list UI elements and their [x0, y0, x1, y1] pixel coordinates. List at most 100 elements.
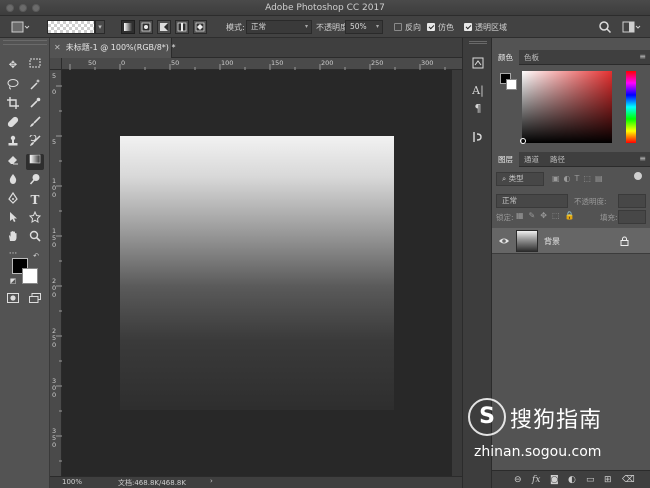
diamond-gradient-button[interactable] [193, 20, 207, 34]
adjustment-layer-icon[interactable]: ◐ [568, 475, 576, 485]
zoom-tool-icon[interactable] [26, 230, 44, 246]
ruler-tick-label: 100 [221, 59, 234, 67]
angle-gradient-button[interactable] [157, 20, 171, 34]
watermark-url: zhinan.sogou.com [474, 444, 602, 460]
gradient-tool-preset-icon[interactable] [10, 20, 30, 34]
layer-thumbnail [516, 230, 538, 252]
ruler-tick-label: 1 0 0 [52, 177, 57, 199]
layer-filter-icons[interactable]: ▣◐T⬚▤ [552, 174, 607, 183]
pen-tool-icon[interactable] [4, 191, 22, 208]
ruler-origin[interactable] [50, 58, 62, 70]
mode-select[interactable]: 正常 ▾ [246, 20, 312, 34]
layer-kind-filter[interactable]: ⌕ 类型 [496, 172, 544, 186]
window-title: Adobe Photoshop CC 2017 [265, 3, 385, 13]
paragraph-panel-icon[interactable]: ¶ [471, 102, 485, 116]
history-panel-icon[interactable] [471, 56, 485, 70]
tab-swatches[interactable]: 色板 [518, 50, 545, 65]
path-selection-tool-icon[interactable] [4, 211, 22, 227]
transparency-checkbox[interactable] [464, 23, 472, 31]
lasso-tool-icon[interactable] [4, 78, 22, 94]
opacity-input[interactable]: 50% ▾ [345, 20, 383, 34]
radial-gradient-button[interactable] [139, 20, 153, 34]
default-colors-icon[interactable]: ◩ [8, 276, 18, 286]
hue-slider[interactable] [626, 71, 636, 143]
history-brush-tool-icon[interactable] [26, 134, 44, 151]
gradient-picker-swatch[interactable] [47, 20, 95, 34]
marquee-tool-icon[interactable] [26, 58, 44, 74]
lock-options-icons[interactable]: ▦✎✥⬚🔒 [516, 211, 579, 220]
zoom-level[interactable]: 100% [62, 478, 82, 486]
brush-tool-icon[interactable] [26, 116, 44, 132]
gradient-tool-icon[interactable] [26, 154, 44, 170]
tab-paths[interactable]: 路径 [544, 152, 571, 167]
layer-row[interactable]: 背景 [492, 228, 650, 254]
tab-layers[interactable]: 图层 [492, 152, 519, 167]
watermark-logo: S [468, 398, 506, 436]
status-menu-arrow-icon[interactable]: › [210, 477, 213, 485]
document-canvas-gradient[interactable] [120, 136, 394, 410]
ruler-tick-label: 5 [52, 72, 57, 80]
vertical-ruler[interactable]: 5 0 5 1 0 0 1 5 0 2 0 0 2 5 0 3 0 0 3 5 … [50, 70, 62, 476]
eyedropper-tool-icon[interactable] [26, 97, 44, 113]
linear-gradient-button[interactable] [121, 20, 135, 34]
ruler-tick-label: 5 [52, 138, 57, 146]
swap-colors-icon[interactable]: ↶ [30, 250, 42, 262]
dodge-tool-icon[interactable] [26, 173, 44, 189]
panel-menu-icon[interactable]: ≡ [639, 52, 646, 61]
panel-menu-icon[interactable]: ≡ [639, 154, 646, 163]
color-spectrum-field[interactable] [522, 71, 612, 143]
filter-toggle-icon[interactable] [634, 172, 642, 180]
ruler-tick-label: 0 [52, 88, 57, 96]
blend-mode-value: 正常 [502, 196, 517, 205]
add-mask-icon[interactable]: ◙ [550, 475, 559, 485]
character-panel-icon[interactable]: A| [471, 84, 485, 98]
gradient-picker-dropdown[interactable]: ▾ [95, 20, 105, 34]
title-bar: Adobe Photoshop CC 2017 [0, 0, 650, 16]
reflected-gradient-button[interactable] [175, 20, 189, 34]
screen-mode-icon[interactable] [26, 293, 44, 309]
close-tab-icon[interactable]: ✕ [54, 43, 61, 52]
eye-icon[interactable] [498, 236, 510, 246]
type-tool-icon[interactable]: T [26, 192, 44, 208]
ruler-tick-label: 250 [371, 59, 384, 67]
layer-style-icon[interactable]: fx [532, 475, 540, 485]
blur-tool-icon[interactable] [4, 173, 22, 189]
opacity-value: 50% [350, 22, 367, 31]
document-tab[interactable]: ✕ 未标题-1 @ 100%(RGB/8*) * [50, 38, 175, 58]
delete-layer-icon[interactable]: ⌫ [622, 475, 635, 485]
eraser-tool-icon[interactable] [4, 154, 22, 170]
fill-input[interactable] [618, 210, 646, 224]
layer-opacity-input[interactable] [618, 194, 646, 208]
document-size: 文档:468.8K/468.8K [118, 479, 186, 487]
color-picker-cursor[interactable] [520, 138, 526, 144]
search-icon[interactable] [598, 20, 612, 34]
move-tool-icon[interactable]: ✥ [4, 58, 22, 74]
ruler-tick-label: 300 [421, 59, 434, 67]
tab-channels[interactable]: 通道 [518, 152, 545, 167]
workspace-switcher-icon[interactable] [622, 20, 642, 34]
color-panel-background-swatch[interactable] [506, 79, 517, 90]
link-layers-icon[interactable]: ⊖ [514, 475, 522, 485]
dither-checkbox[interactable] [427, 23, 435, 31]
healing-brush-tool-icon[interactable] [4, 116, 22, 132]
new-group-icon[interactable]: ▭ [586, 475, 595, 485]
hand-tool-icon[interactable] [4, 230, 22, 246]
new-layer-icon[interactable]: ⊞ [604, 475, 612, 485]
background-color-swatch[interactable] [22, 268, 38, 284]
clone-stamp-tool-icon[interactable] [4, 135, 22, 151]
horizontal-ruler[interactable]: 50 0 50 100 150 200 250 300 [62, 58, 462, 70]
vertical-scrollbar[interactable] [452, 70, 462, 476]
crop-tool-icon[interactable] [4, 97, 22, 113]
vertical-ruler-ticks [56, 85, 62, 462]
tab-color[interactable]: 颜色 [492, 50, 519, 65]
layer-kind-filter-value: 类型 [508, 174, 524, 183]
strip-grip[interactable] [469, 41, 487, 44]
tools-panel-grip[interactable] [3, 40, 47, 45]
properties-panel-icon[interactable] [471, 130, 485, 144]
reverse-checkbox[interactable] [394, 23, 402, 31]
quick-mask-icon[interactable] [4, 293, 22, 309]
magic-wand-tool-icon[interactable] [26, 78, 44, 94]
options-bar: ▾ 模式: 正常 ▾ 不透明度: 50% ▾ 反向 仿色 透明区域 [0, 16, 650, 38]
blend-mode-select[interactable]: 正常 [496, 194, 568, 208]
custom-shape-tool-icon[interactable] [26, 210, 44, 227]
